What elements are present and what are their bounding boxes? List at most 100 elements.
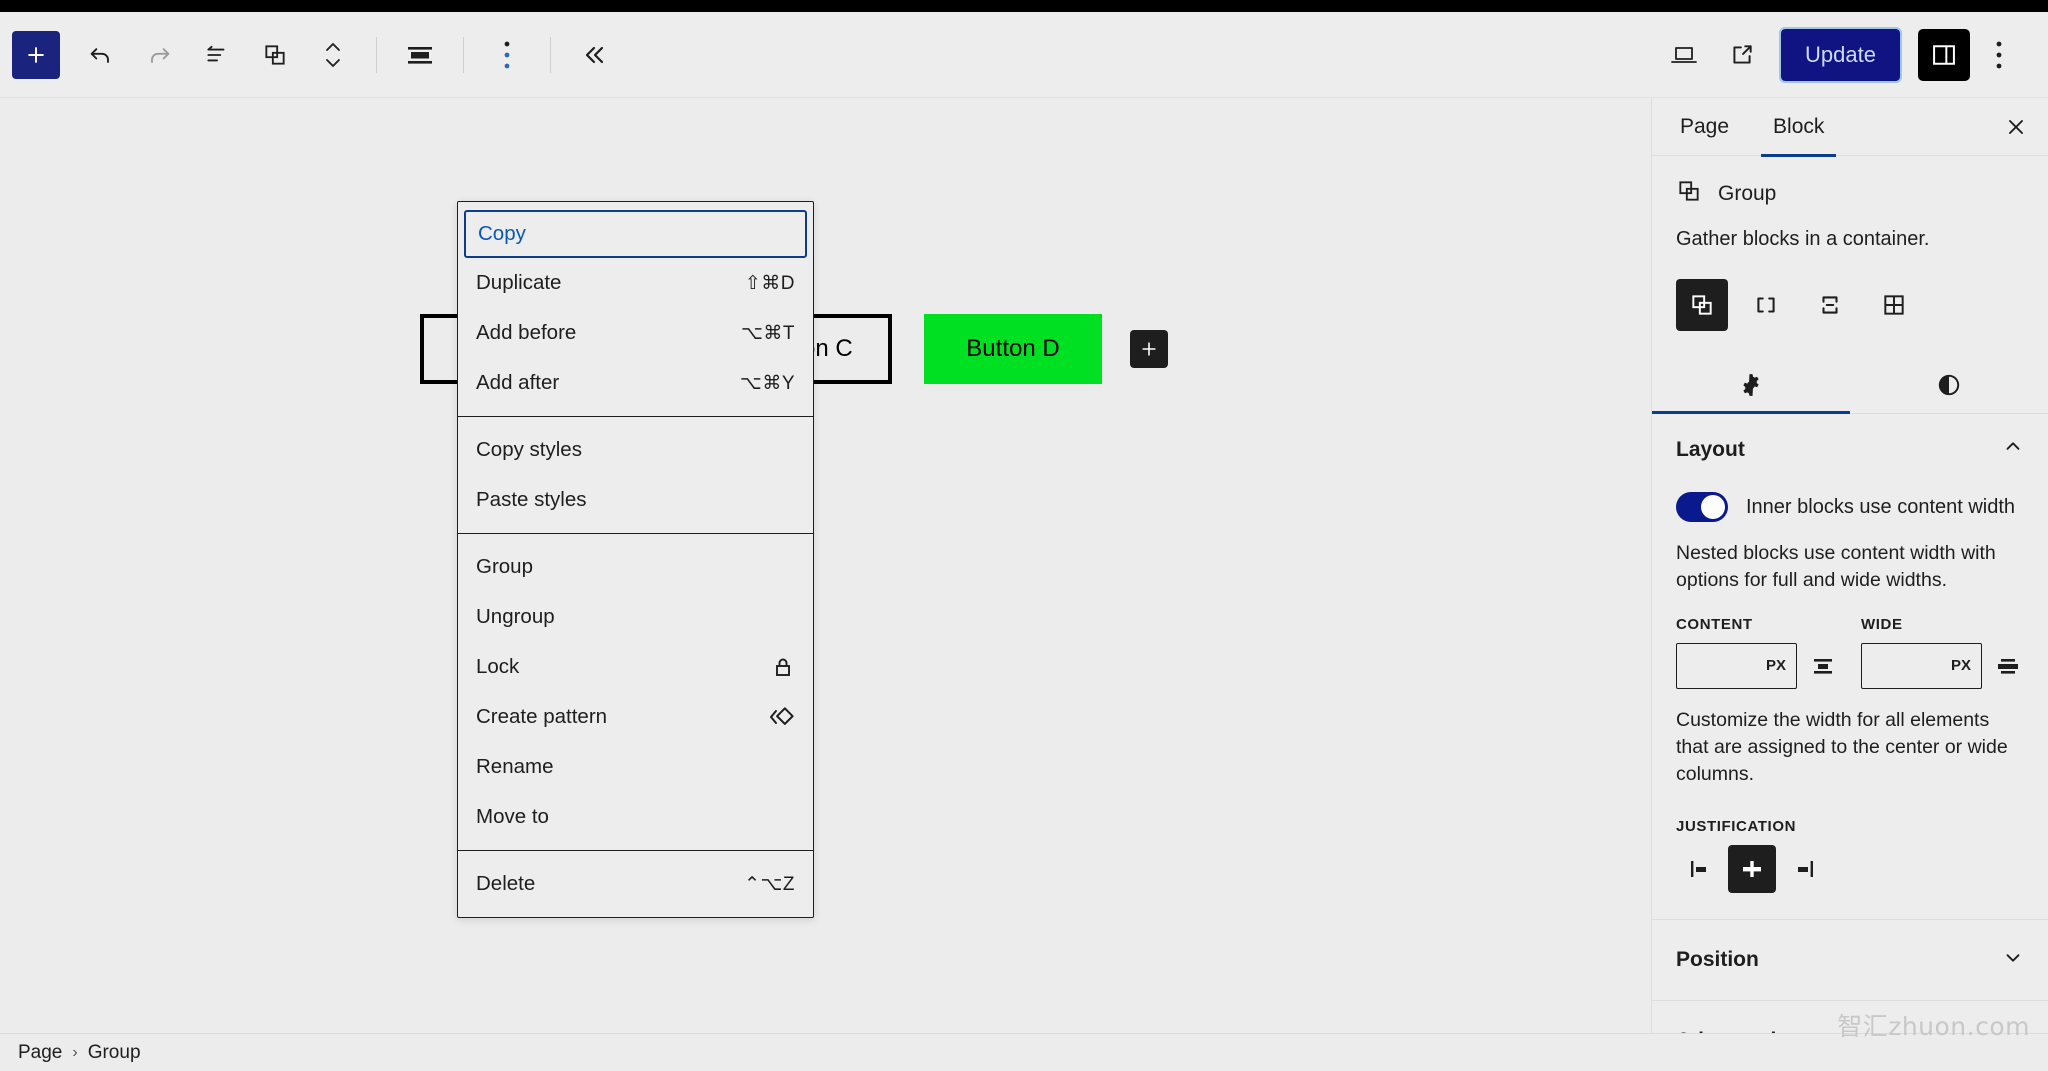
block-title-row: Group [1676, 178, 2024, 210]
block-appender-button[interactable] [1130, 330, 1168, 368]
menu-item-move-to[interactable]: Move to [458, 792, 813, 842]
menu-item-label: Copy styles [476, 438, 582, 461]
layout-help-text: Nested blocks use content width with opt… [1676, 542, 1996, 591]
sidebar-toggle-button[interactable] [1918, 28, 1970, 81]
undo-button[interactable] [72, 26, 130, 84]
menu-item-shortcut: ⌥⌘Y [739, 372, 795, 394]
toolbar-divider-2 [463, 36, 464, 73]
tab-page[interactable]: Page [1658, 98, 1751, 156]
variation-row-icon[interactable] [1740, 279, 1792, 331]
settings-sidebar: Page Block Group Gather blocks in a cont… [1651, 98, 2048, 1033]
chevron-down-icon [2002, 946, 2024, 974]
menu-item-label: Paste styles [476, 488, 587, 511]
editor-canvas: Button C Button D Copy Duplicate ⇧⌘D [0, 98, 1651, 1033]
add-block-button[interactable] [12, 30, 60, 79]
block-info: Group Gather blocks in a container. [1652, 156, 2048, 257]
menu-item-shortcut: ⌥⌘T [740, 322, 795, 344]
align-center-icon[interactable] [391, 26, 449, 84]
menu-item-add-after[interactable]: Add after ⌥⌘Y [458, 358, 813, 408]
breadcrumb-separator-icon: › [72, 1043, 78, 1061]
block-description: Gather blocks in a container. [1676, 228, 1930, 250]
menu-item-paste-styles[interactable]: Paste styles [458, 475, 813, 525]
chevron-up-down-icon[interactable] [304, 26, 362, 84]
menu-item-label: Rename [476, 755, 554, 778]
editor-toolbar: Update [0, 12, 2048, 98]
menu-group-1: Copy Duplicate ⇧⌘D Add before ⌥⌘T Add af… [458, 202, 813, 416]
menu-item-ungroup[interactable]: Ungroup [458, 592, 813, 642]
laptop-icon[interactable] [1655, 26, 1713, 84]
menu-item-group[interactable]: Group [458, 542, 813, 592]
group-block-icon [1676, 178, 1702, 210]
menu-group-3: Group Ungroup Lock Create pattern Rename… [458, 533, 813, 850]
menu-item-label: Ungroup [476, 605, 555, 628]
wide-width-input[interactable]: PX [1861, 642, 1982, 689]
external-link-icon[interactable] [1713, 26, 1771, 84]
sidebar-tabs: Page Block [1652, 98, 2048, 157]
three-dots-vertical-icon[interactable] [478, 26, 536, 84]
chevron-up-icon [2002, 436, 2024, 464]
justification-label: JUSTIFICATION [1676, 817, 1797, 835]
justify-center-icon[interactable] [1728, 844, 1776, 893]
block-title: Group [1718, 182, 1777, 205]
toggle-knob [1701, 495, 1725, 519]
block-variations [1676, 279, 2048, 331]
wide-width-align-icon[interactable] [1992, 654, 2024, 678]
block-context-menu: Copy Duplicate ⇧⌘D Add before ⌥⌘T Add af… [457, 201, 814, 918]
content-width-unit: PX [1765, 657, 1786, 675]
styles-tab-contrast-icon[interactable] [1850, 357, 2048, 413]
position-panel-header[interactable]: Position [1676, 946, 2024, 974]
menu-item-label: Add after [476, 371, 560, 394]
lock-icon [771, 655, 795, 679]
toolbar-divider-3 [550, 36, 551, 73]
menu-item-label: Lock [476, 655, 520, 678]
close-icon[interactable] [1990, 101, 2042, 153]
content-width-input[interactable]: PX [1676, 642, 1797, 689]
content-width-label: CONTENT [1676, 615, 1753, 633]
layout-panel-header[interactable]: Layout [1676, 436, 2024, 464]
menu-item-add-before[interactable]: Add before ⌥⌘T [458, 308, 813, 358]
tab-block[interactable]: Block [1751, 98, 1846, 157]
update-button[interactable]: Update [1779, 26, 1902, 83]
justification-options [1676, 844, 2024, 893]
menu-item-copy-styles[interactable]: Copy styles [458, 425, 813, 475]
double-chevron-left-icon[interactable] [565, 26, 623, 84]
menu-item-shortcut: ⌃⌥Z [744, 873, 795, 895]
editor-window: Update Button C Button D [0, 0, 2048, 1071]
redo-button[interactable] [130, 26, 188, 84]
breadcrumb-item-group[interactable]: Group [88, 1042, 141, 1064]
group-block-icon[interactable] [246, 26, 304, 84]
variation-stack-icon[interactable] [1804, 279, 1856, 331]
advanced-panel: Advanced [1652, 1001, 2048, 1033]
breadcrumb-item-page[interactable]: Page [18, 1042, 62, 1064]
variation-grid-icon[interactable] [1868, 279, 1920, 331]
more-options-icon[interactable] [1970, 26, 2028, 84]
menu-item-lock[interactable]: Lock [458, 642, 813, 692]
menu-item-create-pattern[interactable]: Create pattern [458, 692, 813, 742]
justify-right-icon[interactable] [1780, 845, 1828, 893]
menu-item-label: Group [476, 555, 533, 578]
menu-item-duplicate[interactable]: Duplicate ⇧⌘D [458, 258, 813, 308]
inner-blocks-toggle[interactable] [1676, 492, 1728, 522]
layout-panel: Layout Inner blocks use content width Ne… [1652, 414, 2048, 920]
width-controls: CONTENT PX WIDE PX [1676, 616, 2024, 689]
settings-tab-gear-icon[interactable] [1652, 357, 1850, 414]
breadcrumb: Page › Group [0, 1033, 2048, 1071]
window-top-strip [0, 0, 2048, 12]
menu-item-delete[interactable]: Delete ⌃⌥Z [458, 859, 813, 909]
sidebar-icon-tabs [1652, 357, 2048, 414]
justify-left-icon[interactable] [1676, 845, 1724, 893]
menu-item-copy[interactable]: Copy [464, 210, 807, 258]
menu-group-4: Delete ⌃⌥Z [458, 850, 813, 917]
variation-group-icon[interactable] [1676, 279, 1728, 331]
menu-item-rename[interactable]: Rename [458, 742, 813, 792]
content-width-col: CONTENT PX [1676, 616, 1839, 689]
wide-width-label: WIDE [1861, 615, 1903, 633]
menu-item-shortcut: ⇧⌘D [744, 272, 795, 294]
list-view-icon[interactable] [188, 26, 246, 84]
button-block-d[interactable]: Button D [924, 314, 1102, 384]
menu-item-label: Create pattern [476, 705, 608, 728]
toolbar-divider [376, 36, 377, 73]
content-width-align-icon[interactable] [1807, 654, 1839, 678]
menu-item-label: Duplicate [476, 271, 562, 294]
toolbar-right-group: Update [1655, 26, 2048, 84]
